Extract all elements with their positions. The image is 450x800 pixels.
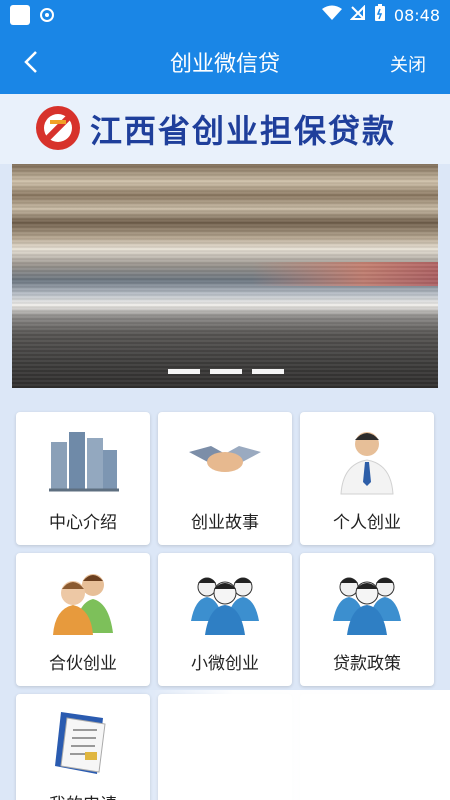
- brand-title: 江西省创业担保贷款: [90, 112, 397, 150]
- menu-label: 中心介绍: [49, 513, 117, 533]
- group-icon: [185, 565, 265, 637]
- carousel-dot[interactable]: [210, 369, 242, 374]
- carousel-dot[interactable]: [252, 369, 284, 374]
- menu-label: 个人创业: [333, 513, 401, 533]
- wifi-icon: [321, 5, 342, 25]
- no-signal-icon: [349, 4, 366, 25]
- shield-icon: [38, 6, 56, 24]
- menu-label: 贷款政策: [333, 654, 401, 674]
- brand-banner: 江西省创业担保贷款: [0, 94, 450, 164]
- menu-tile-micro-startup[interactable]: 小微创业: [158, 553, 292, 686]
- menu-label: 合伙创业: [49, 654, 117, 674]
- menu-label: 创业故事: [191, 513, 259, 533]
- businessman-icon: [327, 424, 407, 496]
- app-notification-icon: [10, 5, 30, 25]
- menu-tile-personal-startup[interactable]: 个人创业: [300, 412, 434, 545]
- carousel-dot[interactable]: [168, 369, 200, 374]
- close-button[interactable]: 关闭: [390, 51, 426, 77]
- menu-label: 小微创业: [191, 654, 259, 674]
- status-bar: 08:48: [0, 0, 450, 30]
- menu-tile-partial[interactable]: [300, 694, 434, 800]
- clock: 08:48: [393, 5, 440, 25]
- menu-tile-startup-stories[interactable]: 创业故事: [158, 412, 292, 545]
- title-bar: 创业微信贷 关闭: [0, 30, 450, 94]
- menu-tile-partnership[interactable]: 合伙创业: [16, 553, 150, 686]
- handshake-icon: [185, 424, 265, 496]
- carousel-indicator: [168, 369, 284, 374]
- two-people-icon: [43, 565, 123, 637]
- page-title: 创业微信贷: [169, 52, 280, 77]
- menu-label: 我的申请: [16, 790, 150, 800]
- document-icon: [43, 706, 123, 778]
- group-icon: [327, 565, 407, 637]
- banner-carousel[interactable]: [12, 164, 438, 388]
- menu-tile-center-intro[interactable]: 中心介绍: [16, 412, 150, 545]
- menu-tile-my-application[interactable]: 我的申请: [16, 694, 150, 800]
- brand-logo-icon: [34, 104, 82, 152]
- menu-tile-partial[interactable]: [158, 694, 292, 800]
- battery-icon: [374, 4, 386, 26]
- carousel-image: [252, 262, 438, 286]
- menu-grid: 中心介绍 创业故事 个人创业 合伙创业 小微创业 贷款政策: [16, 412, 434, 800]
- menu-tile-loan-policy[interactable]: 贷款政策: [300, 553, 434, 686]
- buildings-icon: [43, 424, 123, 496]
